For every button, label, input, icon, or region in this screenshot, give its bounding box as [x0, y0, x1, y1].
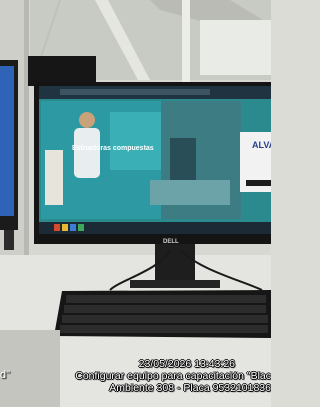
watermark-description: Configurar equipo para capacitación "Bla…: [75, 371, 271, 382]
person-head: [79, 112, 95, 128]
banner-panel: [110, 112, 162, 170]
taskbar-icon-3: [70, 224, 76, 231]
ceiling-pillar: [182, 0, 190, 82]
banner-heading: Estructuras compuestas: [72, 145, 154, 152]
browser-address-bar: [60, 89, 210, 95]
workshop-table: [150, 180, 230, 205]
person-body: [74, 128, 100, 178]
classroom-photo: ALVA Estructuras compuestas DELL: [0, 0, 271, 407]
watermark-datetime: 23/05/2026 13:43:26: [138, 359, 235, 370]
login-logo-text: ALVA: [252, 140, 271, 150]
left-monitor-screen: [0, 66, 14, 216]
login-button: [246, 180, 271, 186]
left-monitor-stand: [4, 230, 14, 250]
monitor-stand-base: [130, 280, 220, 288]
ceiling-window: [200, 20, 271, 75]
workshop-figure: [170, 138, 196, 183]
watermark-location: Ambiente 308 - Placa 9532101836: [109, 383, 271, 394]
speaker-box: [28, 56, 96, 86]
taskbar-icon-2: [62, 224, 68, 231]
monitor-stand-neck: [155, 244, 195, 286]
person-2: [45, 150, 63, 205]
taskbar-icon-4: [78, 224, 84, 231]
taskbar-icon-1: [54, 224, 60, 231]
